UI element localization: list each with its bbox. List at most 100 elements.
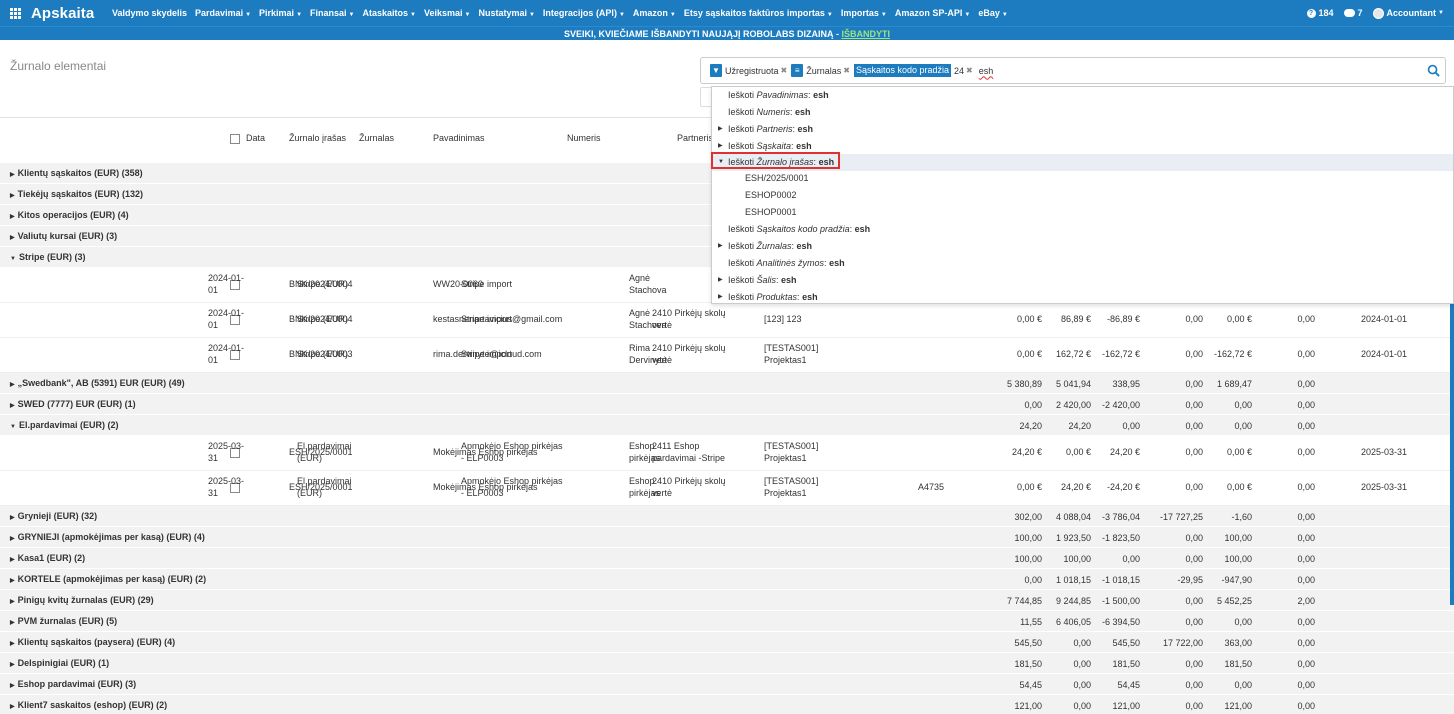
cell-journal: El.pardavimai (EUR) <box>297 441 352 463</box>
group-row[interactable]: ▶ KORTELE (apmokėjimas per kasą) (EUR) (2… <box>0 569 1454 590</box>
group-row[interactable]: ▶ GRYNIEJI (apmokėjimas per kasą) (EUR) (… <box>0 527 1454 548</box>
cell-analytic: [123] 123 <box>764 314 802 324</box>
remove-facet-icon[interactable]: ✖ <box>843 66 850 75</box>
caret-right-icon: ▶ <box>10 515 15 521</box>
col-date[interactable]: Data <box>246 133 265 143</box>
group-total: 545,50 <box>1112 638 1140 648</box>
facet-account-prefix[interactable]: Sąskaitos kodo pradžia 24 ✖ <box>853 63 973 78</box>
group-label: Valiutų kursai (EUR) (3) <box>17 231 118 241</box>
nav-item[interactable]: Etsy sąskaitos faktūros importas ▼ <box>684 8 833 18</box>
search-input[interactable]: esh <box>979 66 994 76</box>
autocomplete-prefix: Ieškoti <box>728 107 757 117</box>
col-entry[interactable]: Žurnalo įrašas <box>289 133 346 143</box>
caret-right-icon[interactable]: ▶ <box>718 121 723 138</box>
cell-partner: Agnė Stachova <box>629 273 667 295</box>
nav-item[interactable]: Amazon SP-API ▼ <box>895 8 970 18</box>
group-total: 0,00 <box>1185 680 1203 690</box>
nav-item[interactable]: Ataskaitos ▼ <box>362 8 415 18</box>
autocomplete-q: esh <box>813 90 829 100</box>
caret-right-icon: ▶ <box>10 683 15 689</box>
search-icon[interactable] <box>1427 64 1440 77</box>
caret-right-icon[interactable]: ▶ <box>718 238 723 255</box>
brand[interactable]: Apskaita <box>0 5 112 22</box>
autocomplete-item[interactable]: ▼ Ieškoti Žurnalo įrašas: esh <box>712 154 1453 171</box>
caret-right-icon: ▶ <box>10 403 15 409</box>
apps-grid-icon[interactable] <box>10 7 21 19</box>
scrollbar[interactable] <box>1450 300 1454 605</box>
chevron-down-icon: ▼ <box>410 12 416 18</box>
autocomplete-subitem[interactable]: ESHOP0002 <box>712 187 1453 204</box>
col-partner[interactable]: Partneris <box>677 133 713 143</box>
group-total: 5 041,94 <box>1055 379 1091 389</box>
group-row[interactable]: ▶ SWED (7777) EUR (EUR) (1) 0,00 2 420,00 -2… <box>0 394 1454 415</box>
group-row[interactable]: ▼ El.pardavimai (EUR) (2) 24,20 24,20 0,00 0,… <box>0 415 1454 436</box>
group-row[interactable]: ▶ Grynieji (EUR) (32) 302,00 4 088,04 -3 786… <box>0 506 1454 527</box>
brand-name[interactable]: Apskaita <box>31 5 94 22</box>
caret-down-icon[interactable]: ▼ <box>718 154 724 171</box>
cell-journal: Stripe (EUR) <box>297 314 349 324</box>
facet-filter[interactable]: ▼ Užregistruota ✖ <box>710 63 787 78</box>
autocomplete-item[interactable]: ▶ Ieškoti Sąskaita: esh <box>712 138 1453 155</box>
caret-right-icon: ▶ <box>10 641 15 647</box>
col-name[interactable]: Pavadinimas <box>433 133 485 143</box>
autocomplete-item[interactable]: ▶ Ieškoti Produktas: esh <box>712 289 1453 306</box>
user-dropdown[interactable]: Accountant ▼ <box>1372 7 1444 19</box>
autocomplete-subitem[interactable]: ESHOP0001 <box>712 204 1453 221</box>
group-row[interactable]: ▶ Eshop pardavimai (EUR) (3) 54,45 0,00 54,4… <box>0 674 1454 695</box>
caret-right-icon[interactable]: ▶ <box>718 138 723 155</box>
nav-item[interactable]: Integracijos (API) ▼ <box>543 8 625 18</box>
col-number[interactable]: Numeris <box>567 133 601 143</box>
table-row[interactable]: 2025-03-31 ESH/2025/0001 El.pardavimai (EU… <box>0 471 1454 506</box>
cell-number: Stripe import <box>461 314 513 324</box>
group-row[interactable]: ▶ „Swedbank", AB (5391) EUR (EUR) (49) 5 3… <box>0 373 1454 394</box>
select-all-checkbox[interactable] <box>230 134 240 144</box>
group-total: -1 018,15 <box>1101 575 1140 585</box>
autocomplete-item[interactable]: Ieškoti Sąskaitos kodo pradžia: esh <box>712 221 1453 238</box>
autocomplete-subitem[interactable]: ESH/2025/0001 <box>712 170 1453 187</box>
group-total: 0,00 <box>1024 400 1042 410</box>
group-total: 121,00 <box>1112 701 1140 711</box>
nav-item[interactable]: Nustatymai ▼ <box>478 8 534 18</box>
autocomplete-item[interactable]: Ieškoti Pavadinimas: esh <box>712 87 1453 104</box>
group-total: 1 923,50 <box>1055 533 1091 543</box>
table-row[interactable]: 2024-01-01 BNK/2024/0004 Stripe (EUR) kesta… <box>0 303 1454 338</box>
nav-item[interactable]: Finansai ▼ <box>310 8 354 18</box>
nav-item[interactable]: Valdymo skydelis <box>112 8 187 18</box>
col-journal[interactable]: Žurnalas <box>359 133 394 143</box>
autocomplete-item[interactable]: ▶ Ieškoti Partneris: esh <box>712 121 1453 138</box>
group-total: 1 018,15 <box>1055 575 1091 585</box>
nav-item[interactable]: Amazon ▼ <box>633 8 676 18</box>
group-row[interactable]: ▶ PVM žurnalas (EUR) (5) 11,55 6 406,05 -6 3… <box>0 611 1454 632</box>
try-new-design-link[interactable]: IŠBANDYTI <box>842 29 891 39</box>
group-total: 0,00 <box>1185 421 1203 431</box>
cell-amount: 0,00 € <box>1016 349 1042 359</box>
group-row[interactable]: ▶ Pinigų kvitų žurnalas (EUR) (29) 7 744,8… <box>0 590 1454 611</box>
nav-item[interactable]: Importas ▼ <box>841 8 887 18</box>
group-row[interactable]: ▶ Kasa1 (EUR) (2) 100,00 100,00 0,00 0,00 100,… <box>0 548 1454 569</box>
table-row[interactable]: 2025-03-31 ESH/2025/0001 El.pardavimai (EU… <box>0 436 1454 471</box>
autocomplete-item[interactable]: ▶ Ieškoti Žurnalas: esh <box>712 238 1453 255</box>
group-row[interactable]: ▶ Klientų sąskaitos (paysera) (EUR) (4) 54… <box>0 632 1454 653</box>
autocomplete-item[interactable]: Ieškoti Analitinės žymos: esh <box>712 255 1453 272</box>
table-row[interactable]: 2024-01-01 BNK/2024/0003 Stripe (EUR) rima.… <box>0 338 1454 373</box>
nav-item[interactable]: Veiksmai ▼ <box>424 8 470 18</box>
autocomplete-item[interactable]: Ieškoti Numeris: esh <box>712 104 1453 121</box>
caret-right-icon: ▶ <box>10 214 15 220</box>
group-row[interactable]: ▶ Delspinigiai (EUR) (1) 181,50 0,00 181,50 0… <box>0 653 1454 674</box>
search-box[interactable]: ▼ Užregistruota ✖ ≡ Žurnalas ✖ Sąskaitos… <box>700 57 1446 84</box>
nav-item[interactable]: Pirkimai ▼ <box>259 8 302 18</box>
caret-right-icon[interactable]: ▶ <box>718 272 723 289</box>
remove-facet-icon[interactable]: ✖ <box>781 66 788 75</box>
group-row[interactable]: ▶ Klient7 saskaitos (eshop) (EUR) (2) 121,… <box>0 695 1454 714</box>
nav-item[interactable]: Pardavimai ▼ <box>195 8 251 18</box>
group-total: 0,00 <box>1297 512 1315 522</box>
caret-right-icon: ▶ <box>10 235 15 241</box>
nav-item[interactable]: eBay ▼ <box>978 8 1007 18</box>
messages-counter[interactable]: 7 <box>1343 8 1363 18</box>
facet-journal[interactable]: ≡ Žurnalas ✖ <box>791 63 850 78</box>
autocomplete-option-label: ESH/2025/0001 <box>745 173 809 183</box>
help-counter[interactable]: ? 184 <box>1306 8 1334 18</box>
caret-right-icon[interactable]: ▶ <box>718 289 723 306</box>
autocomplete-item[interactable]: ▶ Ieškoti Šalis: esh <box>712 272 1453 289</box>
remove-facet-icon[interactable]: ✖ <box>966 66 973 75</box>
